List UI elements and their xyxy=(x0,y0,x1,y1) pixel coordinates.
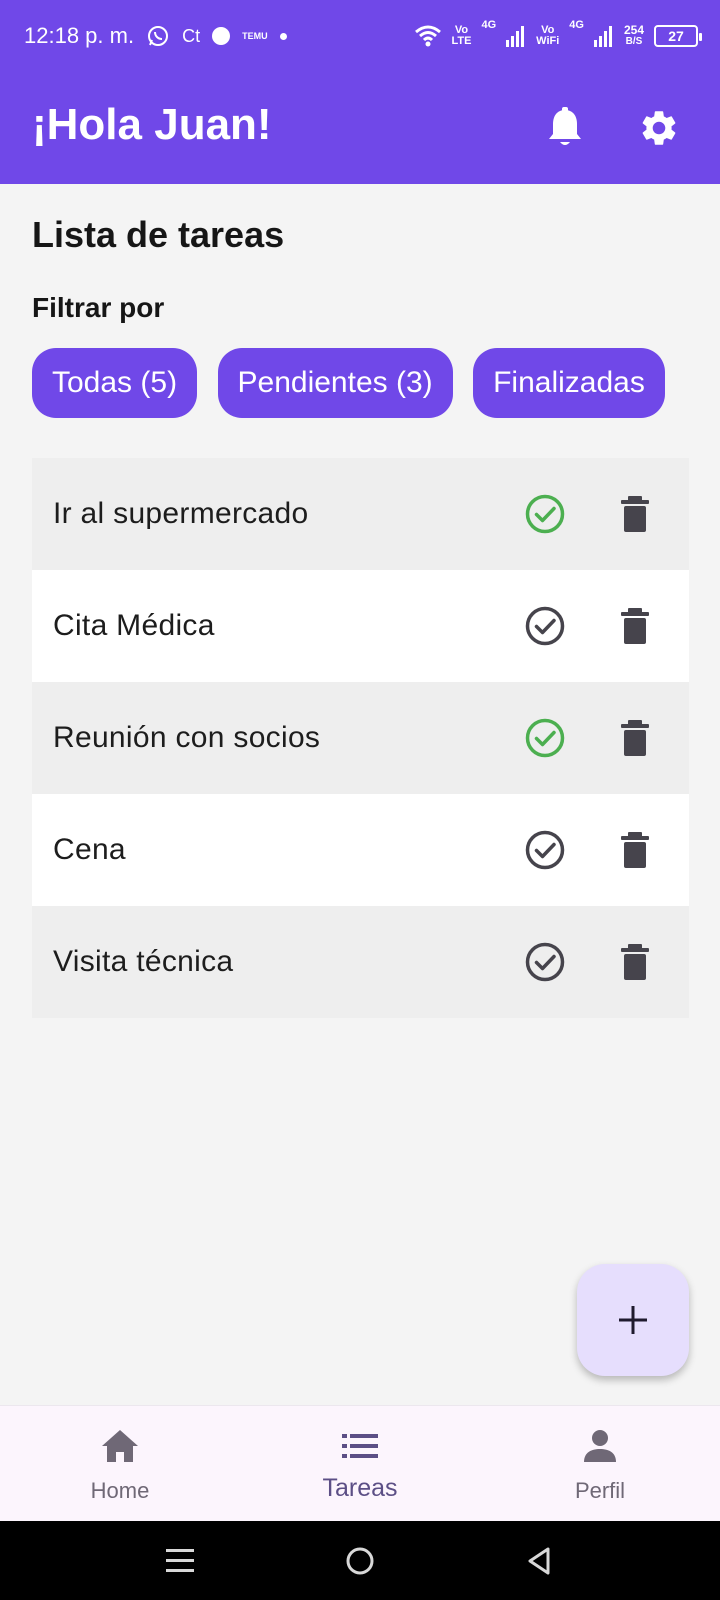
add-task-button[interactable] xyxy=(577,1264,689,1376)
task-row[interactable]: Cena xyxy=(32,794,689,906)
task-title: Ir al supermercado xyxy=(53,497,309,530)
vowifi-badge: Vo WiFi xyxy=(536,24,560,47)
check-circle-icon[interactable] xyxy=(523,716,567,760)
nav-item-perfil[interactable]: Perfil xyxy=(520,1424,680,1504)
trash-icon[interactable] xyxy=(613,492,657,536)
menu-icon[interactable] xyxy=(158,1539,202,1583)
carrier-tag: Ct xyxy=(182,25,201,46)
check-circle-icon[interactable] xyxy=(523,604,567,648)
task-row[interactable]: Reunión con socios xyxy=(32,682,689,794)
greeting-title: ¡Hola Juan! xyxy=(32,100,272,149)
back-icon[interactable] xyxy=(518,1539,562,1583)
task-title: Visita técnica xyxy=(53,945,234,978)
status-time: 12:18 p. m. xyxy=(24,23,135,48)
settings-button[interactable] xyxy=(637,106,681,150)
nav-item-tareas[interactable]: Tareas xyxy=(280,1424,440,1503)
more-notifications-dot-icon xyxy=(279,32,287,40)
task-title: Reunión con socios xyxy=(53,721,321,754)
filter-chip-pending[interactable]: Pendientes (3) xyxy=(217,348,453,418)
nav-label-home: Home xyxy=(90,1478,150,1503)
nav-item-home[interactable]: Home xyxy=(40,1424,200,1504)
filter-label: Filtrar por xyxy=(32,292,165,323)
filter-chip-all[interactable]: Todas (5) xyxy=(32,348,198,418)
status-bar: 12:18 p. m. Ct TEMU Vo LTE 4G Vo WiFi 4G… xyxy=(0,0,720,72)
network-type-1: 4G xyxy=(481,19,497,31)
signal-icon xyxy=(506,26,525,47)
person-icon xyxy=(584,1430,616,1462)
bottom-navigation: Home Tareas Perfil xyxy=(0,1405,720,1521)
page-title: Lista de tareas xyxy=(32,214,285,255)
notifications-button[interactable] xyxy=(543,106,587,150)
check-circle-icon[interactable] xyxy=(523,492,567,536)
filter-chips: Todas (5) Pendientes (3) Finalizadas xyxy=(32,348,689,418)
home-icon xyxy=(102,1430,138,1462)
task-row[interactable]: Ir al supermercado xyxy=(32,458,689,570)
gear-icon xyxy=(642,111,676,145)
check-circle-icon[interactable] xyxy=(523,940,567,984)
task-list: Ir al supermercado Cita Médica Reunión c… xyxy=(32,458,689,1018)
task-row[interactable]: Cita Médica xyxy=(32,570,689,682)
nav-label-perfil: Perfil xyxy=(574,1478,626,1503)
list-icon xyxy=(342,1434,378,1458)
task-title: Cena xyxy=(53,833,126,866)
notification-dot-icon xyxy=(212,27,231,45)
task-title: Cita Médica xyxy=(53,609,215,642)
bell-icon xyxy=(549,107,581,145)
temu-icon: TEMU xyxy=(242,30,268,41)
task-row[interactable]: Visita técnica xyxy=(32,906,689,1018)
system-navigation-bar xyxy=(0,1521,720,1600)
network-speed: 254 B/S xyxy=(623,23,644,47)
filter-chip-finished[interactable]: Finalizadas xyxy=(473,348,665,418)
check-circle-icon[interactable] xyxy=(523,828,567,872)
network-type-2: 4G xyxy=(569,19,584,31)
volte-badge: Vo LTE xyxy=(451,24,472,47)
trash-icon[interactable] xyxy=(613,828,657,872)
trash-icon[interactable] xyxy=(613,604,657,648)
nav-label-tareas: Tareas xyxy=(322,1474,398,1502)
whatsapp-icon xyxy=(148,26,169,46)
trash-icon[interactable] xyxy=(613,716,657,760)
trash-icon[interactable] xyxy=(613,940,657,984)
plus-icon xyxy=(619,1306,647,1334)
wifi-icon xyxy=(414,25,441,47)
battery-icon: 27 xyxy=(654,25,702,47)
signal-icon-2 xyxy=(593,26,612,47)
home-circle-icon[interactable] xyxy=(338,1539,382,1583)
app-bar: 12:18 p. m. Ct TEMU Vo LTE 4G Vo WiFi 4G… xyxy=(0,0,720,184)
